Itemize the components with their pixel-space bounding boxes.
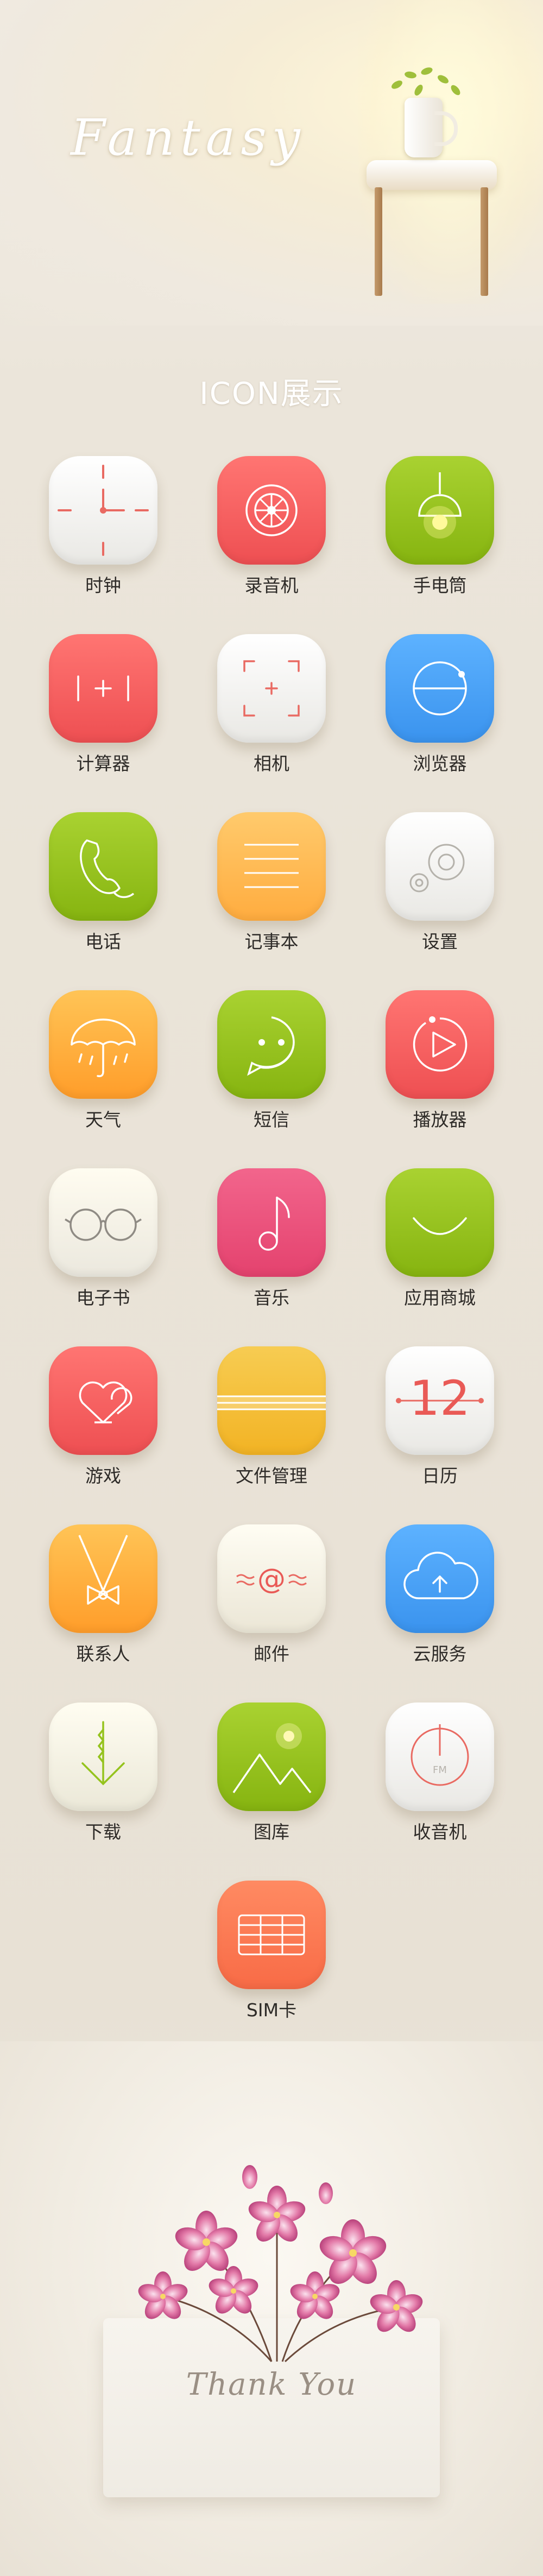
page: Fantasy ICON展示 时钟 录音机 手电筒 计算器 相机 浏览器 电话 … — [0, 0, 543, 2576]
app-contacts[interactable]: 联系人 — [38, 1524, 168, 1687]
page-title: Fantasy — [71, 109, 306, 167]
browser-icon — [386, 634, 494, 743]
app-label: 天气 — [85, 1109, 121, 1130]
app-radio[interactable]: FM 收音机 — [375, 1702, 505, 1865]
app-phone[interactable]: 电话 — [38, 812, 168, 975]
mail-symbol: @ — [257, 1563, 286, 1596]
app-label: 播放器 — [413, 1109, 467, 1130]
app-gallery[interactable]: 图库 — [206, 1702, 337, 1865]
app-label: 收音机 — [413, 1821, 467, 1843]
download-icon — [49, 1702, 157, 1811]
app-label: 云服务 — [413, 1643, 467, 1664]
ebook-icon — [49, 1168, 157, 1277]
app-ebook[interactable]: 电子书 — [38, 1168, 168, 1331]
stool-seat — [367, 160, 497, 190]
app-notepad[interactable]: 记事本 — [206, 812, 337, 975]
app-label: 计算器 — [76, 753, 130, 774]
app-weather[interactable]: 天气 — [38, 990, 168, 1153]
app-label: 联系人 — [76, 1643, 130, 1664]
app-label: 音乐 — [254, 1287, 289, 1308]
app-label: 电子书 — [76, 1287, 130, 1308]
header-banner: Fantasy — [0, 0, 543, 326]
phone-icon — [49, 812, 157, 921]
app-download[interactable]: 下载 — [38, 1702, 168, 1865]
calendar-day: 12 — [409, 1370, 470, 1426]
app-store[interactable]: 应用商城 — [375, 1168, 505, 1331]
app-label: 下载 — [85, 1821, 121, 1843]
app-label: 记事本 — [244, 931, 299, 952]
app-music[interactable]: 音乐 — [206, 1168, 337, 1331]
app-label: 短信 — [254, 1109, 289, 1130]
app-calendar[interactable]: 12 日历 — [375, 1346, 505, 1509]
app-label: 手电筒 — [413, 575, 467, 596]
weather-icon — [49, 990, 157, 1099]
app-label: 图库 — [254, 1821, 289, 1843]
clock-icon — [49, 456, 157, 565]
app-recorder[interactable]: 录音机 — [206, 456, 337, 619]
app-label: 电话 — [85, 931, 121, 952]
stool-leg — [375, 187, 382, 296]
app-flashlight[interactable]: 手电筒 — [375, 456, 505, 619]
stool-leg — [481, 187, 488, 296]
game-icon — [49, 1346, 157, 1455]
app-label: 浏览器 — [413, 753, 467, 774]
app-message[interactable]: 短信 — [206, 990, 337, 1153]
app-browser[interactable]: 浏览器 — [375, 634, 505, 797]
app-camera[interactable]: 相机 — [206, 634, 337, 797]
music-icon — [217, 1168, 326, 1277]
app-label: 文件管理 — [236, 1465, 307, 1486]
camera-icon — [217, 634, 326, 743]
cloud-icon — [386, 1524, 494, 1633]
thank-you-text: Thank You — [186, 2367, 357, 2402]
gallery-icon — [217, 1702, 326, 1811]
section-title: ICON展示 — [199, 376, 344, 412]
notepad-icon — [217, 812, 326, 921]
radio-band: FM — [433, 1764, 447, 1776]
message-icon — [217, 990, 326, 1099]
settings-icon — [386, 812, 494, 921]
app-label: 游戏 — [85, 1465, 121, 1486]
flowers-image — [138, 2165, 423, 2363]
calendar-icon: 12 — [386, 1346, 494, 1455]
sim-card-icon — [217, 1881, 326, 1989]
app-store-icon — [386, 1168, 494, 1277]
app-settings[interactable]: 设置 — [375, 812, 505, 975]
app-cloud[interactable]: 云服务 — [375, 1524, 505, 1687]
app-label: SIM卡 — [246, 1999, 297, 2021]
app-game[interactable]: 游戏 — [38, 1346, 168, 1509]
app-clock[interactable]: 时钟 — [38, 456, 168, 619]
app-sim-card[interactable]: SIM卡 — [206, 1881, 337, 2043]
flashlight-icon — [386, 456, 494, 565]
radio-icon: FM — [386, 1702, 494, 1811]
app-calculator[interactable]: 计算器 — [38, 634, 168, 797]
recorder-icon — [217, 456, 326, 565]
window-light — [358, 0, 543, 304]
app-mail[interactable]: @ 邮件 — [206, 1524, 337, 1687]
footer-banner: Thank You — [0, 2041, 543, 2576]
app-label: 时钟 — [85, 575, 121, 596]
app-label: 相机 — [254, 753, 289, 774]
app-label: 设置 — [422, 931, 458, 952]
calculator-icon — [49, 634, 157, 743]
mail-icon: @ — [217, 1524, 326, 1633]
app-label: 日历 — [422, 1465, 458, 1486]
app-label: 应用商城 — [404, 1287, 476, 1308]
app-label: 邮件 — [254, 1643, 289, 1664]
app-file-manager[interactable]: 文件管理 — [206, 1346, 337, 1509]
file-manager-icon — [217, 1346, 326, 1455]
app-label: 录音机 — [244, 575, 299, 596]
app-player[interactable]: 播放器 — [375, 990, 505, 1153]
contacts-icon — [49, 1524, 157, 1633]
player-icon — [386, 990, 494, 1099]
